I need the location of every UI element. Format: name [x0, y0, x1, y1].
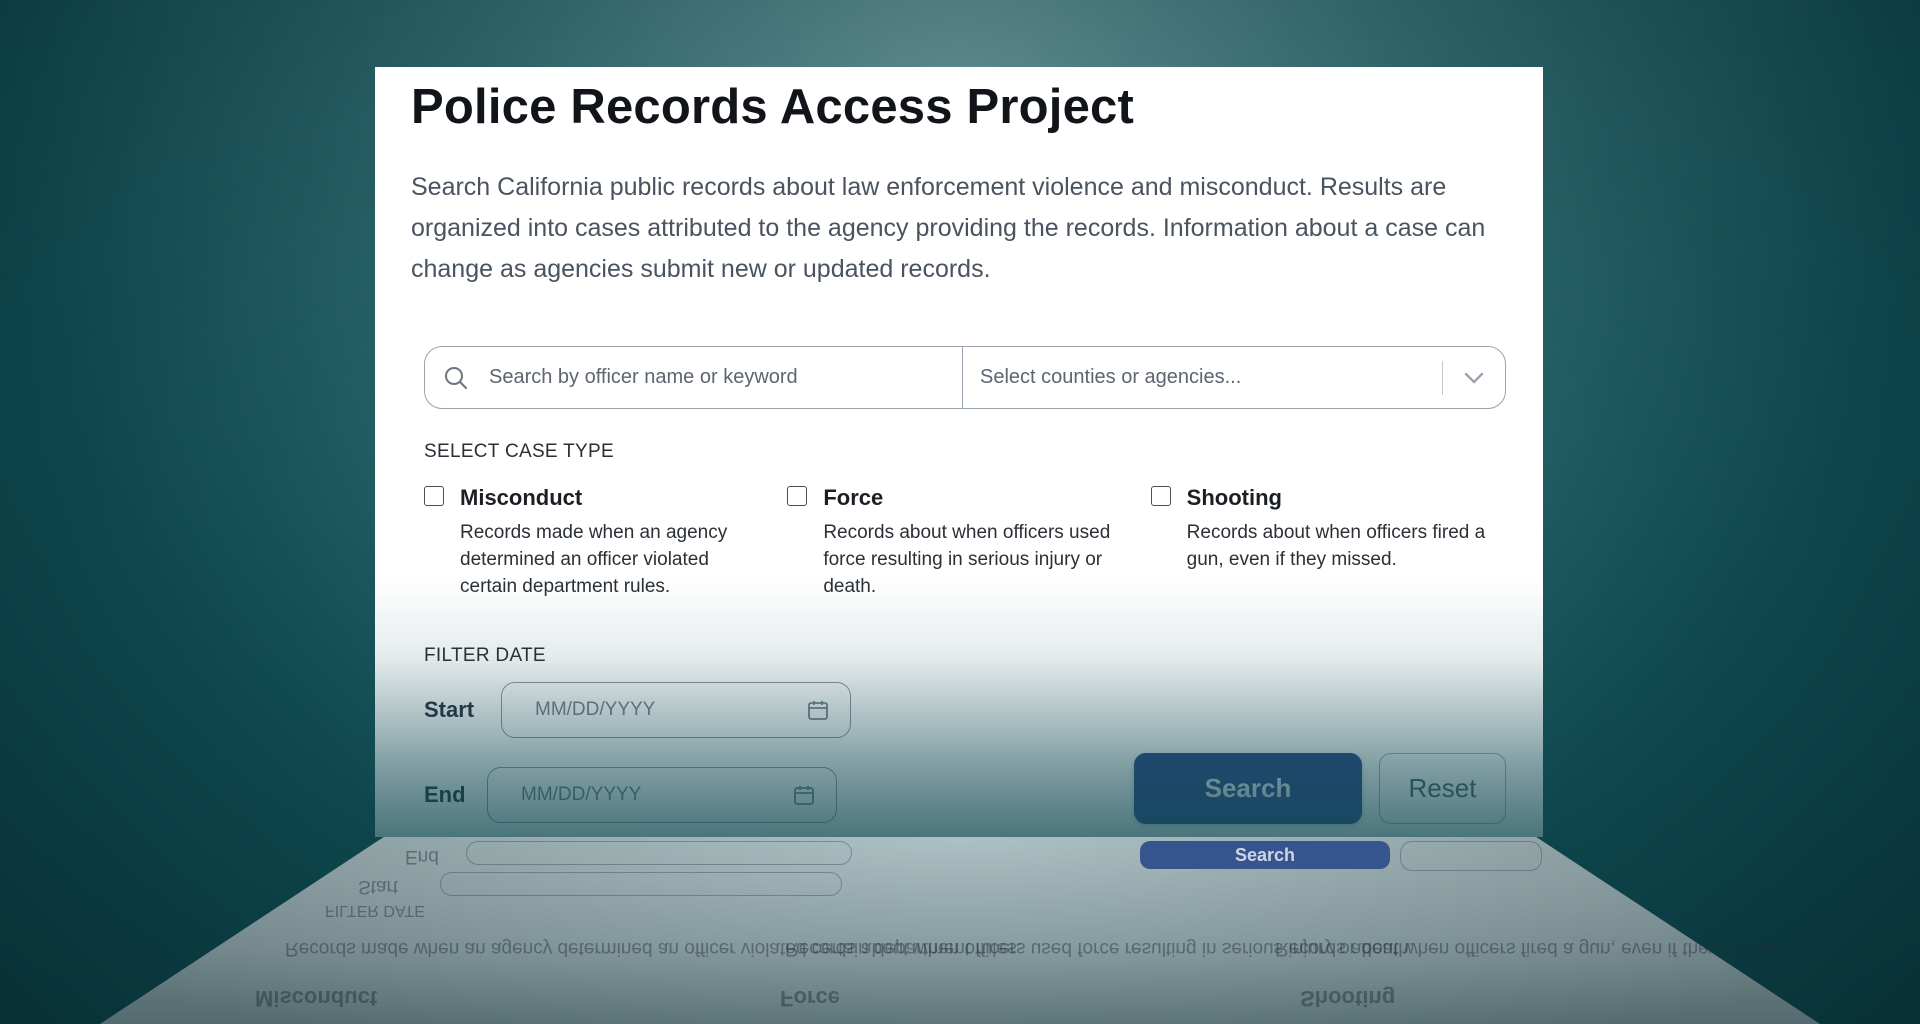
- case-type-name: Force: [823, 485, 884, 510]
- calendar-icon[interactable]: [792, 783, 816, 807]
- search-input[interactable]: [487, 365, 931, 390]
- case-type-description: Records about when officers used force r…: [823, 522, 1111, 597]
- reflection-end-input: [466, 841, 852, 865]
- calendar-icon[interactable]: [806, 698, 830, 722]
- reset-button[interactable]: Reset: [1379, 753, 1506, 824]
- case-type-force[interactable]: Force Records about when officers used f…: [787, 483, 1150, 600]
- keyword-search[interactable]: [425, 347, 963, 408]
- start-date-row: Start MM/DD/YYYY: [424, 682, 851, 738]
- misconduct-checkbox[interactable]: [424, 486, 444, 506]
- agency-select-placeholder: Select counties or agencies...: [980, 366, 1242, 388]
- force-checkbox[interactable]: [787, 486, 808, 506]
- search-panel: Police Records Access Project Search Cal…: [375, 67, 1543, 837]
- shooting-checkbox[interactable]: [1150, 486, 1171, 506]
- end-date-row: End MM/DD/YYYY: [424, 767, 837, 823]
- search-bar: Select counties or agencies...: [424, 346, 1506, 409]
- search-button[interactable]: Search: [1134, 753, 1362, 824]
- case-type-label: SELECT CASE TYPE: [424, 441, 614, 462]
- floor-reflection: End Start FILTER DATE Search Records mad…: [0, 837, 1920, 1024]
- case-type-name: Shooting: [1186, 485, 1282, 510]
- page-title: Police Records Access Project: [411, 80, 1134, 134]
- reflection-start-label: Start: [358, 876, 399, 897]
- case-type-name: Misconduct: [460, 485, 583, 510]
- reflection-filter-label: FILTER DATE: [325, 902, 425, 919]
- agency-select[interactable]: Select counties or agencies...: [963, 347, 1505, 408]
- reflection-force-name: Force: [780, 986, 840, 1011]
- case-type-shooting[interactable]: Shooting Records about when officers fir…: [1150, 483, 1514, 600]
- reflection-reset-button: [1400, 841, 1542, 871]
- start-date-placeholder: MM/DD/YYYY: [535, 699, 656, 720]
- end-date-placeholder: MM/DD/YYYY: [521, 784, 642, 805]
- reflection-shooting-desc: Records about when officers fired a gun,…: [1275, 938, 1789, 959]
- reflection-start-input: [440, 872, 842, 896]
- chevron-down-icon[interactable]: [1443, 371, 1505, 385]
- case-type-description: Records about when officers fired a gun,…: [1186, 522, 1486, 570]
- search-icon: [443, 365, 469, 391]
- reflection-shooting-name: Shooting: [1300, 986, 1396, 1011]
- intro-text: Search California public records about l…: [411, 173, 1486, 283]
- case-type-options: Misconduct Records made when an agency d…: [424, 483, 1514, 600]
- case-type-misconduct[interactable]: Misconduct Records made when an agency d…: [424, 483, 787, 600]
- reflection-misconduct-name: Misconduct: [255, 986, 378, 1011]
- start-date-input[interactable]: MM/DD/YYYY: [501, 682, 851, 738]
- end-date-input[interactable]: MM/DD/YYYY: [487, 767, 837, 823]
- case-type-description: Records made when an agency determined a…: [460, 522, 728, 597]
- start-date-label: Start: [424, 697, 475, 722]
- end-date-label: End: [424, 782, 466, 807]
- reflection-end-label: End: [405, 846, 439, 867]
- reflection-search-button: Search: [1140, 841, 1390, 869]
- filter-date-label: FILTER DATE: [424, 645, 546, 666]
